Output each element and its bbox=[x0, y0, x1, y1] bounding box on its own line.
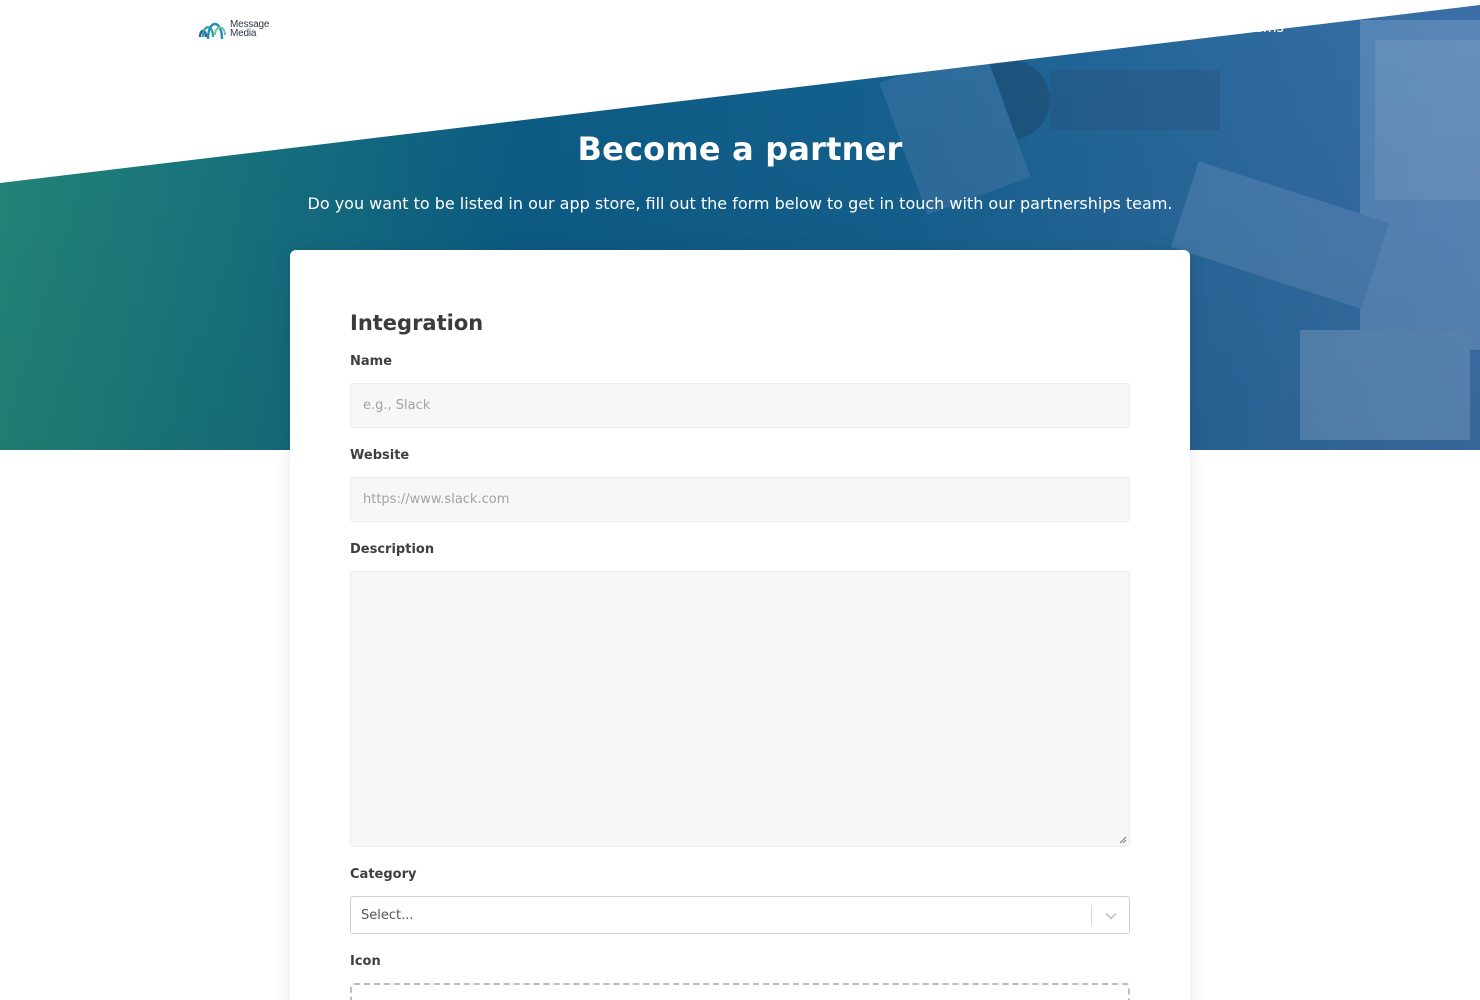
description-label: Description bbox=[350, 542, 435, 557]
chevron-down-icon[interactable] bbox=[1104, 909, 1118, 923]
website-input[interactable] bbox=[350, 477, 1130, 522]
message-media-logo-icon bbox=[198, 22, 226, 40]
section-title-integration: Integration bbox=[350, 311, 484, 335]
category-label: Category bbox=[350, 867, 417, 882]
description-textarea[interactable] bbox=[350, 571, 1130, 847]
brand-wordmark-line2: Media bbox=[230, 28, 257, 39]
icon-label: Icon bbox=[350, 954, 381, 969]
name-label: Name bbox=[350, 354, 393, 369]
nav-items-link[interactable]: Add your navigation items bbox=[1099, 20, 1284, 36]
category-select[interactable]: Select... bbox=[350, 896, 1130, 934]
partner-form-card: Integration Name Website Description Cat… bbox=[290, 250, 1190, 1000]
icon-upload-dropzone[interactable] bbox=[350, 983, 1130, 1000]
select-separator bbox=[1091, 905, 1092, 925]
brand-logo[interactable]: Message Media bbox=[197, 14, 272, 44]
brand-wordmark: Message Media bbox=[230, 20, 269, 39]
category-select-value: Select... bbox=[361, 908, 414, 923]
resize-grip-icon[interactable] bbox=[1119, 836, 1127, 844]
page-title: Become a partner bbox=[577, 130, 903, 168]
website-label: Website bbox=[350, 448, 410, 463]
page-subtitle: Do you want to be listed in our app stor… bbox=[307, 194, 1173, 213]
name-input[interactable] bbox=[350, 383, 1130, 428]
top-navbar: Message Media Add your navigation items bbox=[0, 0, 1480, 60]
